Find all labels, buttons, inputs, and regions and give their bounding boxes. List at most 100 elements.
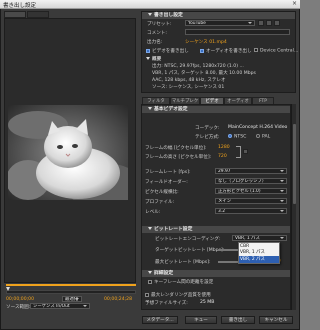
delete-preset-icon[interactable] bbox=[274, 20, 280, 26]
comment-label: コメント: bbox=[147, 31, 167, 36]
timeline-in-out-bar[interactable] bbox=[6, 284, 136, 286]
device-central-row[interactable]: Device Central... bbox=[254, 48, 298, 54]
tv-pal-radio[interactable] bbox=[256, 134, 260, 138]
current-time[interactable]: 00;00;00;00 bbox=[6, 297, 34, 302]
playhead-icon[interactable] bbox=[6, 287, 10, 291]
keyframe-row[interactable]: キーフレーム間の距離を設定 bbox=[148, 279, 213, 285]
frame-width-value[interactable]: 1280 bbox=[218, 145, 230, 150]
tab-ftp[interactable]: FTP bbox=[252, 97, 274, 104]
tv-pal-label: PAL bbox=[262, 134, 271, 140]
target-bitrate-label: ターゲットビットレート [Mbps]: bbox=[155, 248, 225, 253]
tab-output[interactable] bbox=[27, 11, 49, 18]
zoom-select[interactable]: 最適化 bbox=[62, 296, 82, 302]
tv-ntsc-option[interactable]: NTSC bbox=[228, 134, 246, 140]
title-bar: 書き出し設定 × bbox=[0, 0, 300, 9]
bitrate-title: ビットレート設定 bbox=[154, 227, 193, 232]
frame-rate-label: フレームレート [fps]: bbox=[145, 170, 191, 175]
export-settings-title: 書き出し設定 bbox=[154, 13, 183, 18]
source-range-select[interactable]: シーケンス In/Out bbox=[30, 303, 90, 309]
export-audio-label: オーディオを書き出し bbox=[206, 49, 252, 54]
codec-value: MainConcept H.264 Video bbox=[228, 125, 288, 130]
video-settings-scrollbar[interactable] bbox=[291, 104, 296, 310]
frame-width-label: フレームの幅 [ピクセル単位]: bbox=[145, 146, 207, 151]
source-range-label: ソース範囲: bbox=[6, 305, 31, 310]
preset-select[interactable]: YouTube bbox=[185, 20, 255, 26]
summary-header[interactable]: 概要 bbox=[146, 56, 161, 62]
tv-pal-option[interactable]: PAL bbox=[256, 134, 270, 140]
duration-time: 00;00;24;28 bbox=[104, 297, 133, 302]
summary-audio: AAC, 128 kbps, 48 kHz, ステレオ bbox=[152, 78, 226, 83]
output-name-label: 出力名: bbox=[147, 40, 163, 45]
bitrate-encoding-select[interactable]: VBR, 1 パス bbox=[232, 235, 287, 241]
close-icon[interactable]: × bbox=[292, 0, 297, 7]
advanced-header[interactable]: 詳細設定 bbox=[142, 270, 290, 277]
tab-source[interactable] bbox=[4, 11, 26, 18]
scrollbar-thumb[interactable] bbox=[293, 124, 296, 204]
field-order-select[interactable]: なし（プログレッシブ） bbox=[215, 178, 287, 184]
tab-audio[interactable]: オーディオ bbox=[224, 97, 252, 104]
keyframe-checkbox[interactable] bbox=[148, 279, 152, 284]
export-settings-header[interactable]: 書き出し設定 bbox=[142, 12, 295, 19]
cat-preview-image bbox=[8, 105, 128, 200]
aspect-link-bracket bbox=[236, 146, 241, 158]
tv-ntsc-radio[interactable] bbox=[228, 134, 232, 138]
queue-button[interactable]: キュー bbox=[185, 316, 217, 324]
summary-bitrate: VBR, 1 パス, ターゲット 8.00, 最大 10.00 Mbps bbox=[152, 71, 256, 76]
tab-video[interactable]: ビデオ bbox=[200, 97, 224, 104]
cancel-button[interactable]: キャンセル bbox=[259, 316, 293, 324]
pixel-aspect-label: ピクセル縦横比: bbox=[145, 190, 179, 195]
timeline-track[interactable] bbox=[6, 290, 136, 294]
device-central-checkbox[interactable] bbox=[254, 48, 258, 52]
cat-photo-icon bbox=[8, 105, 128, 200]
profile-select[interactable]: メイン bbox=[215, 198, 287, 204]
level-value: 3.2 bbox=[218, 209, 225, 214]
export-button[interactable]: 書き出し bbox=[221, 316, 255, 324]
basic-video-header[interactable]: 基本ビデオ設定 bbox=[142, 106, 290, 113]
frame-rate-select[interactable]: 29.97 bbox=[215, 168, 287, 174]
device-central-label: Device Central... bbox=[260, 48, 299, 54]
export-audio-checkbox[interactable] bbox=[200, 48, 204, 53]
estimated-size-label: 予想ファイルサイズ: bbox=[145, 301, 188, 306]
tv-ntsc-label: NTSC bbox=[234, 134, 247, 140]
profile-value: メイン bbox=[218, 199, 232, 204]
format-label: プリセット: bbox=[147, 22, 172, 27]
frame-height-value[interactable]: 720 bbox=[218, 154, 227, 159]
use-max-render-checkbox[interactable] bbox=[145, 292, 149, 297]
summary-source: ソース: シーケンス, シーケンス 01 bbox=[152, 85, 225, 90]
estimated-size-value: 25 MB bbox=[200, 300, 215, 305]
bitrate-header[interactable]: ビットレート設定 bbox=[142, 226, 290, 233]
tv-standard-label: テレビ方式: bbox=[195, 135, 220, 140]
bitrate-encoding-value: VBR, 1 パス bbox=[235, 236, 260, 241]
frame-rate-value: 29.97 bbox=[218, 169, 231, 174]
tab-multiplexer[interactable]: マルチプレクサ bbox=[170, 97, 200, 111]
preset-value: YouTube bbox=[188, 21, 206, 26]
comment-input[interactable] bbox=[185, 29, 290, 35]
output-name-link[interactable]: シーケンス 01.mp4 bbox=[185, 39, 227, 45]
field-order-value: なし（プログレッシブ） bbox=[218, 179, 267, 184]
export-video-checkbox[interactable] bbox=[146, 48, 150, 53]
option-vbr-2pass[interactable]: VBR, 2 パス bbox=[239, 256, 279, 263]
frame-height-label: フレームの高さ [ピクセル単位]: bbox=[145, 155, 212, 160]
summary-title: 概要 bbox=[152, 57, 162, 62]
level-label: レベル: bbox=[145, 210, 161, 215]
export-video-row[interactable]: ビデオを書き出し bbox=[146, 48, 189, 54]
profile-label: プロファイル: bbox=[145, 200, 175, 205]
metadata-button[interactable]: メタデータ... bbox=[142, 316, 178, 324]
advanced-title: 詳細設定 bbox=[154, 271, 174, 276]
import-preset-icon[interactable] bbox=[266, 20, 272, 26]
use-max-render-row[interactable]: 最大レンダリング品質を使用 bbox=[145, 292, 211, 298]
bitrate-encoding-label: ビットレートエンコーディング: bbox=[155, 237, 221, 242]
level-select[interactable]: 3.2 bbox=[215, 208, 287, 214]
export-audio-row[interactable]: オーディオを書き出し bbox=[200, 48, 252, 54]
codec-label: コーデック: bbox=[195, 126, 220, 131]
use-max-render-label: 最大レンダリング品質を使用 bbox=[151, 293, 211, 298]
summary-output: 出力: NTSC, 29.97fps, 1280x720 (1.0) ... bbox=[152, 64, 244, 69]
field-order-label: フィールドオーダー: bbox=[145, 180, 188, 185]
pixel-aspect-value: 正方形ピクセル (1.0) bbox=[218, 189, 261, 194]
source-range-value: シーケンス In/Out bbox=[33, 304, 70, 309]
max-bitrate-label: 最大ビットレート [Mbps]: bbox=[155, 260, 211, 265]
tab-filters[interactable]: フィルタ bbox=[142, 97, 170, 104]
pixel-aspect-select[interactable]: 正方形ピクセル (1.0) bbox=[215, 188, 287, 194]
link-chain-icon[interactable] bbox=[243, 149, 248, 154]
save-preset-icon[interactable] bbox=[258, 20, 264, 26]
